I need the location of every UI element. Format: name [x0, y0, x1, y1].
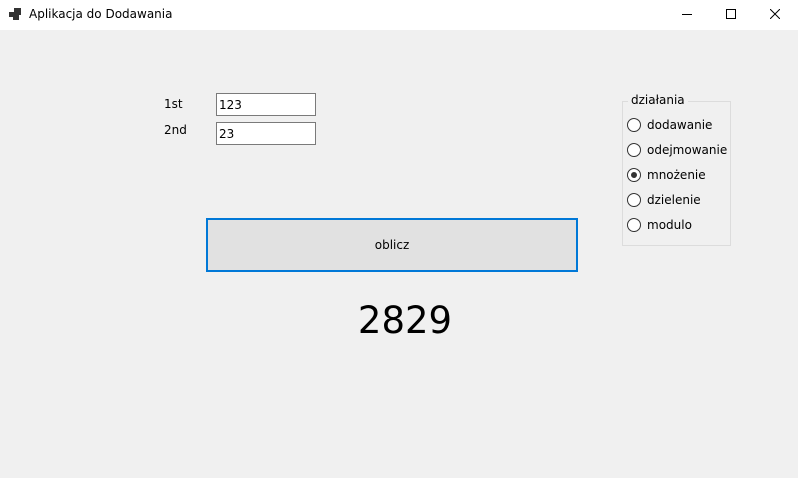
- radio-circle[interactable]: [627, 193, 641, 207]
- app-icon: [9, 8, 22, 20]
- maximize-icon: [726, 8, 736, 22]
- radio-dodawanie[interactable]: dodawanie: [627, 117, 712, 133]
- radio-label: mnożenie: [647, 168, 706, 182]
- window-title: Aplikacja do Dodawania: [29, 7, 173, 21]
- result-value: 2829: [357, 299, 453, 342]
- first-number-label: 1st: [164, 97, 183, 111]
- radio-label: modulo: [647, 218, 692, 232]
- radio-circle[interactable]: [627, 218, 641, 232]
- radio-dzielenie[interactable]: dzielenie: [627, 192, 701, 208]
- maximize-button[interactable]: [708, 0, 754, 30]
- minimize-button[interactable]: [664, 0, 710, 30]
- close-button[interactable]: [752, 0, 798, 30]
- radio-label: odejmowanie: [647, 143, 728, 157]
- calculate-button[interactable]: oblicz: [206, 218, 578, 272]
- minimize-icon: [682, 8, 692, 22]
- first-number-input[interactable]: [216, 93, 316, 116]
- radio-label: dodawanie: [647, 118, 713, 132]
- radio-circle-selected[interactable]: [627, 168, 641, 182]
- radio-modulo[interactable]: modulo: [627, 217, 692, 233]
- radio-mnozenie[interactable]: mnożenie: [627, 167, 706, 183]
- second-number-input[interactable]: [216, 122, 316, 145]
- second-number-label: 2nd: [164, 123, 187, 137]
- close-icon: [769, 8, 781, 22]
- title-bar[interactable]: Aplikacja do Dodawania: [0, 0, 798, 30]
- radio-circle[interactable]: [627, 143, 641, 157]
- radio-odejmowanie[interactable]: odejmowanie: [627, 142, 727, 158]
- operations-group-title: działania: [628, 93, 688, 107]
- radio-label: dzielenie: [647, 193, 701, 207]
- radio-circle[interactable]: [627, 118, 641, 132]
